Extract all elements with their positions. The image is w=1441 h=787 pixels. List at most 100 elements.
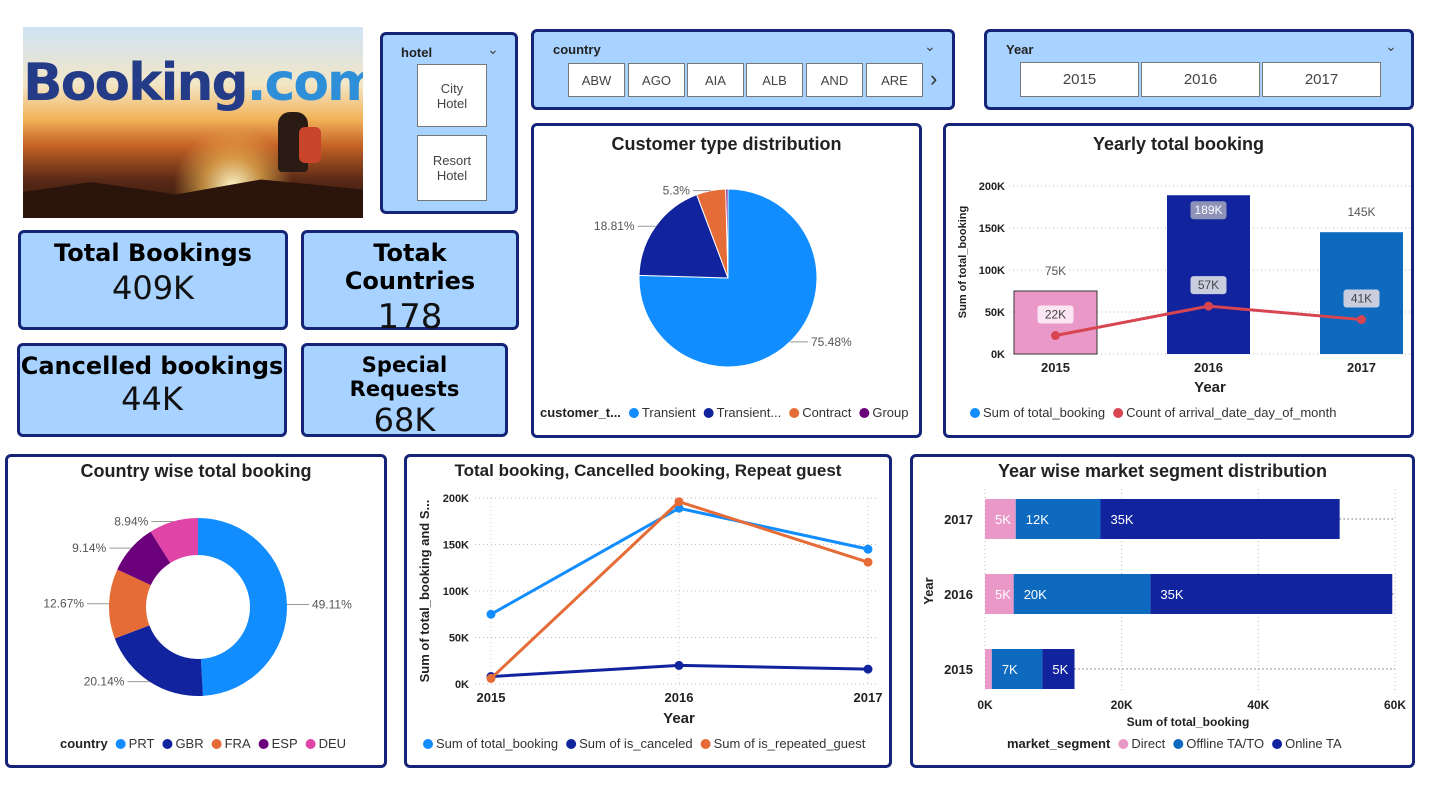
- kpi-label: Cancelled bookings: [20, 352, 284, 380]
- donut-slice: [198, 518, 288, 696]
- legend-item: Direct: [1131, 736, 1165, 751]
- donut-slice: [114, 625, 203, 696]
- legend-marker: [115, 739, 126, 749]
- data-label: 20K: [1024, 587, 1047, 602]
- legend-item: Offline TA/TO: [1186, 736, 1264, 751]
- country-option[interactable]: AIA: [687, 63, 744, 97]
- legend-marker: [162, 739, 173, 749]
- legend-marker: [423, 739, 433, 749]
- tick-label: 200K: [979, 181, 1005, 193]
- country-donut-chart: 49.11% 20.14% 12.67% 9.14% 8.94% country PRT GB…: [43, 514, 352, 751]
- logo-text-main: Booking: [23, 53, 249, 113]
- legend-item: Sum of is_repeated_guest: [714, 736, 866, 751]
- tick-label: 60K: [1384, 698, 1406, 712]
- tick-label: 2016: [944, 587, 973, 602]
- legend-marker: [700, 739, 711, 749]
- legend-item: Sum of total_booking: [436, 736, 558, 751]
- line-point: [674, 497, 684, 507]
- legend-marker: [970, 408, 980, 418]
- legend-marker: [1118, 739, 1129, 749]
- year-option[interactable]: 2015: [1020, 62, 1139, 97]
- legend-title: customer_t...: [540, 405, 621, 420]
- data-label: 22K: [1045, 308, 1066, 322]
- year-slicer[interactable]: Year ⌄ 2015 2016 2017: [984, 29, 1414, 110]
- bar-segment: [985, 649, 992, 689]
- yearly-booking-panel: Yearly total booking 0K 50K 100K 150K 200K 20…: [943, 123, 1414, 438]
- tick-label: 2015: [477, 690, 506, 705]
- legend-item: DEU: [319, 736, 346, 751]
- chevron-down-icon[interactable]: ⌄: [924, 38, 936, 55]
- country-option[interactable]: AND: [806, 63, 863, 97]
- legend-marker: [859, 408, 870, 418]
- legend-item: PRT: [129, 736, 155, 751]
- customer-type-pie-chart: 75.48% 18.81% 5.3% customer_t... Transient Tr…: [540, 184, 908, 420]
- legend-marker: [628, 408, 639, 418]
- hotel-option-resort[interactable]: Resort Hotel: [417, 135, 487, 201]
- axis-label: Year: [921, 577, 936, 604]
- axis-label: Year: [1194, 379, 1226, 396]
- data-label: 5K: [1052, 662, 1068, 677]
- country-option[interactable]: ARE: [866, 63, 923, 97]
- year-option[interactable]: 2016: [1141, 62, 1260, 97]
- country-option[interactable]: ABW: [568, 63, 625, 97]
- kpi-value: 409K: [111, 269, 195, 307]
- chevron-down-icon[interactable]: ⌄: [1385, 38, 1397, 55]
- data-label: 57K: [1198, 278, 1219, 292]
- data-label: 7K: [1002, 662, 1018, 677]
- data-label: 75K: [1045, 264, 1066, 278]
- kpi-total-bookings: Total Bookings 409K: [18, 230, 288, 330]
- data-label: 75.48%: [811, 335, 852, 349]
- line-point: [674, 660, 684, 670]
- line-point: [1357, 315, 1366, 325]
- legend-item: ESP: [272, 736, 298, 751]
- legend-title: country: [60, 736, 108, 751]
- line-point: [486, 673, 496, 683]
- chevron-right-icon[interactable]: ›: [930, 66, 937, 92]
- kpi-value: 44K: [121, 380, 183, 418]
- chevron-down-icon[interactable]: ⌄: [487, 41, 499, 58]
- hotel-option-city[interactable]: City Hotel: [417, 64, 487, 127]
- legend-marker: [703, 408, 714, 418]
- legend-item: FRA: [225, 736, 251, 751]
- tick-label: 0K: [977, 698, 993, 712]
- legend-marker: [1272, 739, 1283, 749]
- market-segment-panel: Year wise market segment distribution 0K…: [910, 454, 1415, 768]
- data-label: 5.3%: [663, 184, 691, 198]
- legend-marker: [258, 739, 269, 749]
- axis-label: Sum of total_booking: [1127, 715, 1250, 729]
- hotel-slicer[interactable]: hotel ⌄ City Hotel Resort Hotel: [380, 32, 518, 214]
- booking-lines-panel: Total booking, Cancelled booking, Repeat…: [404, 454, 892, 768]
- kpi-special-requests: Special Requests 68K: [301, 343, 508, 439]
- legend-marker: [789, 408, 800, 418]
- tick-label: 2015: [944, 662, 973, 677]
- line-point: [863, 544, 873, 554]
- legend-marker: [566, 739, 577, 749]
- country-slicer[interactable]: country ⌄ ABW AGO AIA ALB AND ARE ›: [531, 29, 955, 110]
- legend-marker: [1113, 408, 1124, 418]
- tick-label: 50K: [449, 633, 469, 645]
- legend-title: market_segment: [1007, 736, 1111, 751]
- kpi-value: 178: [377, 297, 443, 337]
- legend-item: Group: [872, 405, 908, 420]
- data-label: 41K: [1351, 292, 1372, 306]
- tick-label: 2016: [665, 690, 694, 705]
- kpi-total-countries: Totak Countries 178: [301, 230, 519, 337]
- year-option[interactable]: 2017: [1262, 62, 1381, 97]
- data-label: 35K: [1160, 587, 1183, 602]
- bar-segment: [1100, 499, 1340, 539]
- tick-label: 2017: [854, 690, 883, 705]
- tick-label: 200K: [443, 493, 469, 505]
- line-point: [486, 609, 496, 619]
- country-slicer-title: country: [553, 42, 601, 57]
- country-option[interactable]: ALB: [746, 63, 803, 97]
- data-label: 9.14%: [72, 541, 106, 555]
- legend-item: Online TA: [1285, 736, 1342, 751]
- market-segment-chart: 0K 20K 40K 60K 2017 5K 12K 35K 2016 5K 20K 35K 2015 7…: [921, 489, 1406, 751]
- data-label: 145K: [1347, 205, 1375, 219]
- data-label: 5K: [995, 587, 1011, 602]
- country-option[interactable]: AGO: [628, 63, 685, 97]
- tick-label: 0K: [991, 349, 1005, 361]
- data-label: 49.11%: [312, 598, 352, 612]
- kpi-label: Total Bookings: [54, 239, 252, 267]
- kpi-label: Totak Countries: [344, 239, 476, 295]
